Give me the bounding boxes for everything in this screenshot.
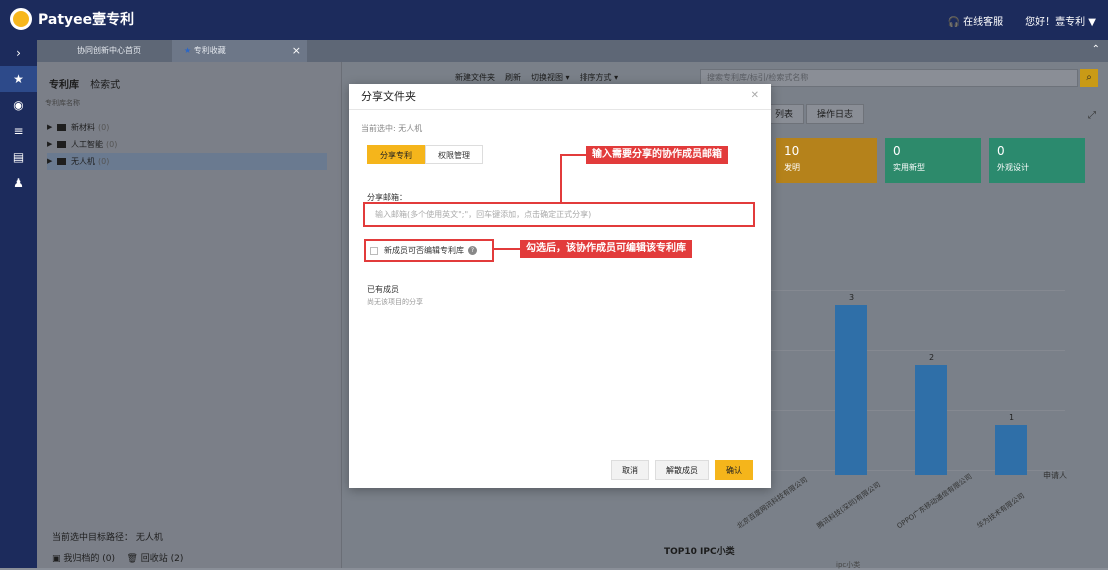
tab-home[interactable]: 协同创新中心首页 xyxy=(49,40,169,62)
callout-line xyxy=(560,154,562,202)
tree-item[interactable]: ▶ 新材料 (0) xyxy=(47,119,327,136)
confirm-button[interactable]: 确认 xyxy=(715,460,753,480)
star-icon: ★ xyxy=(184,46,192,55)
cancel-button[interactable]: 取消 xyxy=(611,460,649,480)
category-label: 腾讯科技(深圳)有限公司 xyxy=(815,480,882,531)
chart-title-ipc: TOP10 IPC小类 xyxy=(664,547,735,557)
tab-search-expr[interactable]: 检索式 xyxy=(90,80,120,91)
stat-card-invention: 10 发明 xyxy=(776,138,877,183)
chart-axis-ipc: ipc小类 xyxy=(836,561,861,569)
gridline xyxy=(765,290,1065,291)
archive-icon: ▣ xyxy=(52,554,61,564)
fullscreen-icon[interactable]: ⤢ xyxy=(1088,110,1096,121)
close-icon[interactable]: × xyxy=(292,40,301,62)
filter-icon[interactable]: ≡ xyxy=(0,118,37,144)
stat-card-design: 0 外观设计 xyxy=(989,138,1085,183)
tab-library[interactable]: 专利库 xyxy=(49,80,79,91)
user-menu[interactable]: 您好！壹专利 ▼ xyxy=(1025,13,1096,28)
collapse-icon[interactable]: ⌃ xyxy=(1092,44,1100,55)
switch-view-button[interactable]: 切换视图 ▾ xyxy=(531,72,570,83)
column-header: 专利库名称 xyxy=(45,99,80,107)
category-label: OPPO广东移动通信有限公司 xyxy=(895,472,974,531)
archive-link[interactable]: ▣ 我归档的 (0) xyxy=(52,554,115,564)
support-link[interactable]: 🎧 在线客服 xyxy=(947,13,1003,28)
search-icon[interactable]: ⌕ xyxy=(1080,69,1098,87)
callout-line xyxy=(560,154,586,156)
top-bar: Patyee壹专利 🎧 在线客服 您好！壹专利 ▼ xyxy=(0,0,1108,40)
help-icon[interactable]: ? xyxy=(468,246,477,255)
edit-permission-checkbox[interactable]: 新成员可否编辑专利库 ? xyxy=(364,239,494,262)
bar-value-label: 3 xyxy=(849,293,855,302)
tab-bar: 协同创新中心首页 ★ 专利收藏 × ⌃ xyxy=(37,40,1108,62)
x-axis-label: 申请人 xyxy=(1043,471,1067,480)
callout-email: 输入需要分享的协作成员邮箱 xyxy=(586,146,728,164)
toolbar: 新建文件夹 刷新 切换视图 ▾ 排序方式 ▾ xyxy=(455,72,618,83)
dialog-title: 分享文件夹 xyxy=(349,84,771,110)
gridline xyxy=(765,350,1065,351)
trash-icon: 🗑 xyxy=(126,554,138,564)
sidebar-footer: ▣ 我归档的 (0) 🗑 回收站 (2) xyxy=(52,551,183,564)
document-icon[interactable]: ▤ xyxy=(0,144,37,170)
expand-icon[interactable]: › xyxy=(0,40,37,66)
category-label: 华为技术有限公司 xyxy=(975,491,1027,531)
left-rail: › ★ ◉ ≡ ▤ ♟ xyxy=(0,40,37,568)
tree-item[interactable]: ▶ 人工智能 (0) xyxy=(47,136,327,153)
logo-icon xyxy=(10,8,32,30)
folder-icon xyxy=(57,124,66,131)
bar-value-label: 2 xyxy=(929,353,935,362)
current-selection: 当前选中: 无人机 xyxy=(361,124,423,133)
bar[interactable] xyxy=(915,365,947,475)
callout-line xyxy=(492,248,520,250)
tree-item-selected[interactable]: ▶ 无人机 (0) xyxy=(47,153,327,170)
current-path: 当前选中目标路径： 无人机 xyxy=(52,533,163,543)
folder-icon xyxy=(57,158,66,165)
brand-name: Patyee壹专利 xyxy=(38,12,135,28)
bar[interactable] xyxy=(835,305,867,475)
dismiss-members-button[interactable]: 解散成员 xyxy=(655,460,709,480)
target-icon[interactable]: ◉ xyxy=(0,92,37,118)
caret-icon: ▶ xyxy=(47,123,53,131)
email-field[interactable]: 输入邮箱(多个使用英文";"，回车键添加，点击确定正式分享) xyxy=(363,202,755,227)
library-tree: ▶ 新材料 (0) ▶ 人工智能 (0) ▶ 无人机 (0) xyxy=(47,119,327,170)
bar[interactable] xyxy=(995,425,1027,475)
members-title: 已有成员 xyxy=(367,285,399,294)
bar-value-label: 1 xyxy=(1009,413,1015,422)
stat-cards: 10 发明 0 实用新型 0 外观设计 xyxy=(776,138,1085,183)
star-icon[interactable]: ★ xyxy=(0,66,37,92)
tab-permissions[interactable]: 权限管理 xyxy=(425,145,483,164)
caret-icon: ▶ xyxy=(47,140,53,148)
user-icon[interactable]: ♟ xyxy=(0,170,37,196)
tab-share-patent[interactable]: 分享专利 xyxy=(367,145,425,164)
folder-icon xyxy=(57,141,66,148)
caret-icon: ▶ xyxy=(47,157,53,165)
tab-log[interactable]: 操作日志 xyxy=(806,104,865,124)
new-folder-button[interactable]: 新建文件夹 xyxy=(455,72,495,83)
callout-checkbox: 勾选后，该协作成员可编辑该专利库 xyxy=(520,240,692,258)
tab-favorites[interactable]: ★ 专利收藏 × xyxy=(172,40,307,62)
close-icon[interactable]: ✕ xyxy=(751,90,759,101)
recycle-link[interactable]: 🗑 回收站 (2) xyxy=(126,554,183,564)
checkbox[interactable] xyxy=(370,246,378,255)
refresh-button[interactable]: 刷新 xyxy=(505,72,521,83)
stat-card-utility: 0 实用新型 xyxy=(885,138,981,183)
members-empty: 尚无该项目的分享 xyxy=(367,298,423,306)
sort-button[interactable]: 排序方式 ▾ xyxy=(580,72,619,83)
share-folder-dialog: 分享文件夹 ✕ 当前选中: 无人机 分享专利 权限管理 分享邮箱： 输入邮箱(多… xyxy=(349,84,771,488)
sidebar: 专利库 检索式 专利库名称 ▶ 新材料 (0) ▶ 人工智能 (0) ▶ 无人机 (0) xyxy=(37,62,342,568)
logo[interactable]: Patyee壹专利 xyxy=(10,8,134,30)
